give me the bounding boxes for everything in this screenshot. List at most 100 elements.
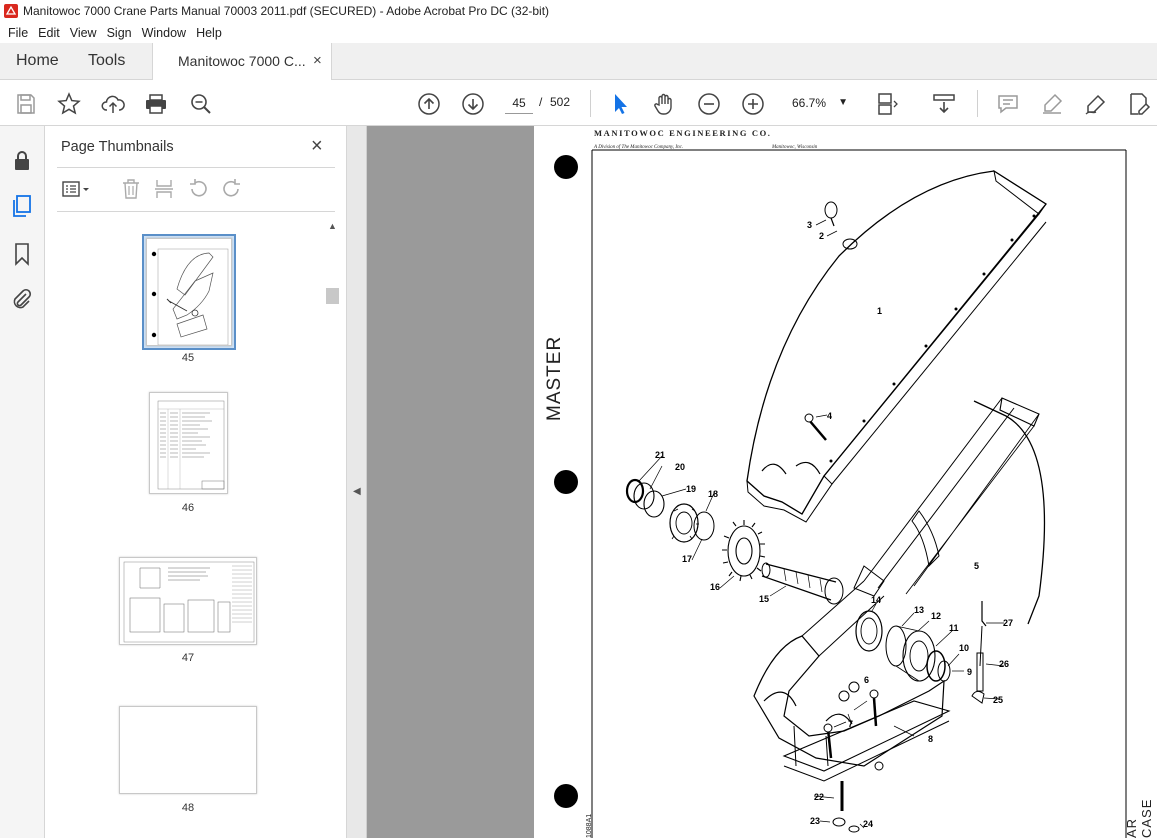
menu-view[interactable]: View	[70, 26, 97, 40]
thumbnail-page-48[interactable]	[119, 706, 257, 794]
acrobat-window: Manitowoc 7000 Crane Parts Manual 70003 …	[0, 0, 1157, 838]
part-label-1: 1	[877, 306, 882, 316]
page-separator: /	[539, 95, 543, 109]
zoom-in-icon[interactable]	[741, 92, 765, 116]
part-label-3: 3	[807, 220, 812, 230]
part-label-4: 4	[827, 411, 832, 421]
menu-edit[interactable]: Edit	[38, 26, 60, 40]
part-label-25: 25	[993, 695, 1003, 705]
pdf-page: MANITOWOC ENGINEERING CO. A Division of …	[534, 126, 1157, 838]
part-label-14: 14	[871, 595, 881, 605]
title-bar: Manitowoc 7000 Crane Parts Manual 70003 …	[0, 0, 1157, 22]
part-label-18: 18	[708, 489, 718, 499]
thumbnail-label-46: 46	[181, 502, 195, 514]
extract-page-icon[interactable]	[153, 178, 175, 200]
part-label-5: 5	[974, 561, 979, 571]
hand-icon[interactable]	[652, 92, 676, 116]
document-viewport[interactable]: ◀ MANITOWOC ENGINEERING CO. A Division o…	[347, 126, 1157, 838]
highlight-icon[interactable]	[1040, 92, 1064, 116]
attachment-icon[interactable]	[10, 287, 34, 311]
thumbnail-47-drawing	[123, 561, 255, 643]
thumbnail-page-47[interactable]	[119, 557, 257, 645]
zoom-out-icon[interactable]	[697, 92, 721, 116]
thumbnail-46-drawing	[157, 400, 225, 490]
part-label-17: 17	[682, 554, 692, 564]
thumbnail-label-48: 48	[181, 802, 195, 814]
part-label-27: 27	[1003, 618, 1013, 628]
thumbnail-45-drawing	[151, 248, 229, 345]
tab-home[interactable]: Home	[16, 52, 59, 70]
chevron-down-icon: ▼	[838, 97, 848, 108]
tab-document[interactable]: Manitowoc 7000 C... ×	[152, 43, 332, 80]
total-pages: 502	[550, 95, 571, 109]
thumbnails-scrollbar[interactable]: ▲	[325, 221, 340, 838]
scrollbar-thumb[interactable]	[326, 288, 339, 304]
chevron-left-icon[interactable]: ◀	[353, 486, 361, 497]
part-label-13: 13	[914, 605, 924, 615]
part-label-26: 26	[999, 659, 1009, 669]
page-up-icon[interactable]	[417, 92, 441, 116]
rotate-left-icon[interactable]	[187, 178, 209, 200]
search-zoom-icon[interactable]	[189, 92, 213, 116]
select-arrow-icon[interactable]	[608, 92, 632, 116]
save-icon[interactable]	[14, 92, 38, 116]
upload-icon[interactable]	[101, 92, 125, 116]
panel-divider	[57, 167, 335, 168]
page-thumbnails-icon[interactable]	[10, 194, 34, 218]
print-icon[interactable]	[144, 92, 168, 116]
panel-divider	[57, 211, 335, 212]
menu-window[interactable]: Window	[142, 26, 186, 40]
bookmark-star-icon[interactable]	[57, 92, 81, 116]
bookmark-icon[interactable]	[10, 242, 34, 266]
part-label-22: 22	[814, 792, 824, 802]
delete-page-icon[interactable]	[120, 178, 142, 200]
part-label-21: 21	[655, 450, 665, 460]
part-label-23: 23	[810, 816, 820, 826]
scroll-mode-icon[interactable]	[932, 92, 956, 116]
part-label-20: 20	[675, 462, 685, 472]
menu-help[interactable]: Help	[196, 26, 222, 40]
thumbnail-page-45[interactable]	[146, 238, 232, 346]
part-label-12: 12	[931, 611, 941, 621]
options-menu-icon[interactable]	[60, 178, 89, 200]
tab-close-icon[interactable]: ×	[313, 52, 322, 69]
tab-tools[interactable]: Tools	[88, 52, 125, 70]
menu-file[interactable]: File	[8, 26, 28, 40]
panel-title: Page Thumbnails	[61, 139, 174, 155]
page-down-icon[interactable]	[461, 92, 485, 116]
chevron-up-icon[interactable]: ▲	[328, 221, 337, 231]
part-label-24: 24	[863, 819, 873, 829]
rotate-right-icon[interactable]	[221, 178, 243, 200]
thumbnail-page-46[interactable]	[149, 392, 228, 494]
part-label-8: 8	[928, 734, 933, 744]
zoom-value: 66.7%	[792, 96, 827, 110]
tab-document-label: Manitowoc 7000 C...	[178, 53, 306, 69]
part-label-2: 2	[819, 231, 824, 241]
close-icon[interactable]: ×	[311, 135, 323, 158]
part-label-19: 19	[686, 484, 696, 494]
thumbnail-label-45: 45	[181, 352, 195, 364]
toolbar-divider	[977, 90, 978, 117]
fit-page-icon[interactable]	[876, 92, 900, 116]
toolbar-divider	[590, 90, 591, 117]
left-rail	[0, 126, 45, 838]
edit-pdf-icon[interactable]	[1127, 92, 1151, 116]
part-label-16: 16	[710, 582, 720, 592]
menu-bar: File Edit View Sign Window Help	[0, 22, 1157, 43]
tab-bar: Home Tools Manitowoc 7000 C... ×	[0, 43, 1157, 80]
part-label-15: 15	[759, 594, 769, 604]
acrobat-app-icon	[4, 4, 18, 18]
part-label-9: 9	[967, 667, 972, 677]
part-label-6: 6	[864, 675, 869, 685]
current-page-input[interactable]: 45	[505, 92, 533, 114]
thumbnail-label-47: 47	[181, 652, 195, 664]
menu-sign[interactable]: Sign	[107, 26, 132, 40]
sign-icon[interactable]	[1084, 92, 1108, 116]
lock-icon[interactable]	[10, 149, 34, 173]
part-label-10: 10	[959, 643, 969, 653]
zoom-select[interactable]: 66.7% ▼	[784, 92, 854, 114]
exploded-parts-diagram: 1 2 3 4 5 6 7 8 9 10 11 12 13 14 15 16 1…	[591, 149, 1127, 838]
comment-icon[interactable]	[996, 92, 1020, 116]
window-title: Manitowoc 7000 Crane Parts Manual 70003 …	[23, 4, 550, 18]
panel-collapse-strip[interactable]: ◀	[347, 126, 367, 838]
